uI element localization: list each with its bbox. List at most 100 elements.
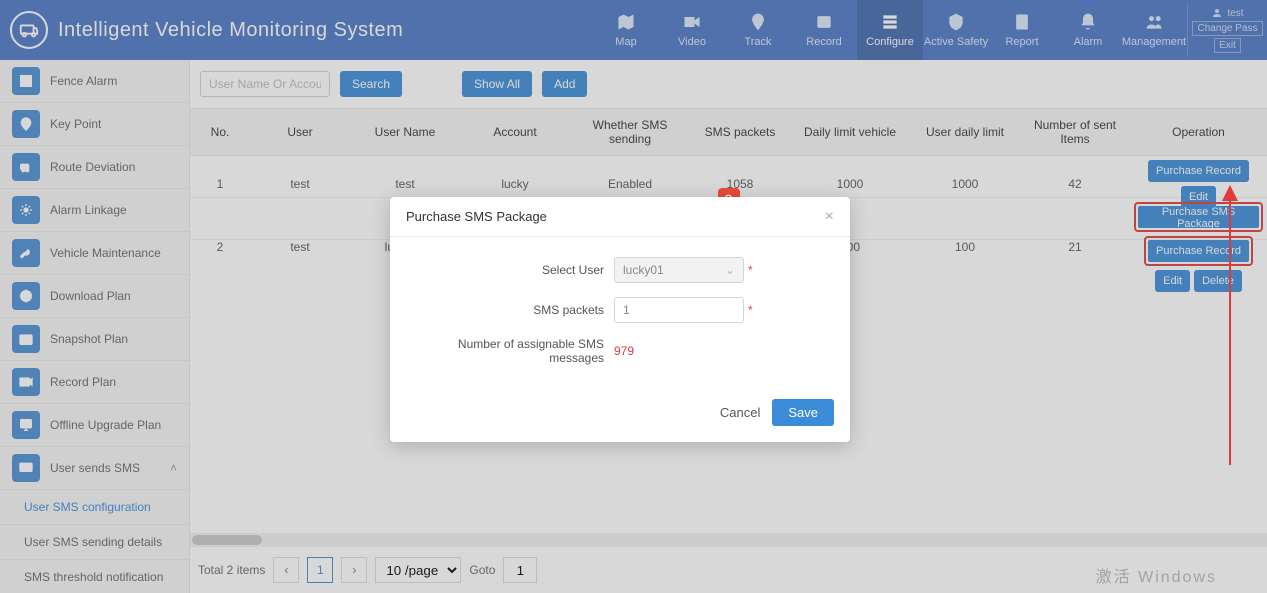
delete-button[interactable]: Delete (1194, 270, 1242, 292)
edit-button[interactable]: Edit (1155, 270, 1190, 292)
sidebar-item-vehicle-maintenance[interactable]: Vehicle Maintenance (0, 232, 189, 275)
nav-record[interactable]: Record (791, 0, 857, 60)
app-title: Intelligent Vehicle Monitoring System (58, 19, 403, 42)
table-cell: 21 (1020, 198, 1130, 296)
table-cell: 100 (910, 198, 1020, 296)
purchase-sms-modal: Purchase SMS Package × Select User lucky… (390, 197, 850, 442)
vehicle-maintenance-icon (12, 239, 40, 267)
chevron-down-icon: ⌄ (725, 263, 735, 277)
select-user-value: lucky01 (623, 263, 664, 277)
nav-track[interactable]: Track (725, 0, 791, 60)
scrollbar-thumb[interactable] (192, 535, 262, 545)
nav-management[interactable]: Management (1121, 0, 1187, 60)
sidebar-item-user-sends-sms[interactable]: User sends SMS ˄ (0, 447, 189, 490)
sms-packets-input[interactable] (614, 297, 744, 323)
sidebar-item-label: Record Plan (50, 375, 116, 389)
nav-label: Video (678, 36, 706, 48)
col-header: Whether SMS sending (570, 109, 690, 155)
offline-upgrade-plan-icon (12, 411, 40, 439)
pager-prev-button[interactable]: ‹ (273, 557, 299, 583)
user-sends-sms-icon (12, 454, 40, 482)
sidebar-sub-sms-threshold[interactable]: SMS threshold notification (0, 560, 189, 593)
sidebar-item-snapshot-plan[interactable]: Snapshot Plan (0, 318, 189, 361)
nav-map[interactable]: Map (593, 0, 659, 60)
sidebar-item-label: Snapshot Plan (50, 332, 128, 346)
nav-label: Configure (866, 36, 914, 48)
nav-video[interactable]: Video (659, 0, 725, 60)
exit-button[interactable]: Exit (1214, 38, 1241, 53)
user-name: test (1227, 8, 1243, 19)
alarm-linkage-icon (12, 196, 40, 224)
purchase-record-button[interactable]: Purchase Record (1148, 160, 1249, 182)
sidebar-item-label: User sends SMS (50, 461, 140, 475)
purchase-sms-package-button[interactable]: Purchase SMS Package (1138, 206, 1259, 228)
sidebar-item-record-plan[interactable]: Record Plan (0, 361, 189, 404)
sidebar-item-label: Download Plan (50, 289, 131, 303)
windows-watermark: 激活 Windows (1096, 563, 1217, 587)
sidebar-item-label: Route Deviation (50, 160, 135, 174)
nav-label: Report (1005, 36, 1038, 48)
sidebar-sub-user-sms-details[interactable]: User SMS sending details (0, 525, 189, 560)
sidebar-item-offline-upgrade-plan[interactable]: Offline Upgrade Plan (0, 404, 189, 447)
table-header: No.UserUser NameAccountWhether SMS sendi… (190, 108, 1267, 156)
sidebar-item-fence-alarm[interactable]: Fence Alarm (0, 60, 189, 103)
chevron-up-icon: ˄ (170, 461, 177, 475)
col-header: User daily limit (910, 109, 1020, 155)
sidebar: Fence Alarm Key Point Route Deviation Alarm… (0, 60, 190, 593)
pager-goto-label: Goto (469, 563, 495, 577)
select-user-label: Select User (414, 263, 614, 277)
col-header: No. (190, 109, 250, 155)
horizontal-scrollbar[interactable] (190, 533, 1267, 547)
modal-close-button[interactable]: × (825, 208, 834, 226)
sidebar-item-key-point[interactable]: Key Point (0, 103, 189, 146)
key-point-icon (12, 110, 40, 138)
user-panel: test Change Pass Exit (1187, 3, 1267, 57)
route-deviation-icon (12, 153, 40, 181)
nav-label: Record (806, 36, 841, 48)
search-button[interactable]: Search (340, 71, 402, 97)
col-header: Operation (1130, 109, 1267, 155)
pager-total: Total 2 items (198, 563, 265, 577)
highlight-border: Purchase Record (1144, 236, 1253, 266)
sidebar-item-label: Key Point (50, 117, 101, 131)
sidebar-item-alarm-linkage[interactable]: Alarm Linkage (0, 189, 189, 232)
table-cell: test (250, 198, 350, 296)
sidebar-item-route-deviation[interactable]: Route Deviation (0, 146, 189, 189)
nav-label: Track (744, 36, 771, 48)
assignable-label: Number of assignable SMS messages (414, 337, 614, 365)
nav-alarm[interactable]: Alarm (1055, 0, 1121, 60)
col-header: Daily limit vehicle (790, 109, 910, 155)
select-user-dropdown[interactable]: lucky01 ⌄ (614, 257, 744, 283)
search-input[interactable] (200, 71, 330, 97)
sms-packets-label: SMS packets (414, 303, 614, 317)
ops-cell: Purchase SMS Package Purchase Record EditD… (1130, 198, 1267, 296)
nav-configure[interactable]: Configure (857, 0, 923, 60)
snapshot-plan-icon (12, 325, 40, 353)
sidebar-item-label: Alarm Linkage (50, 203, 127, 217)
purchase-record-button[interactable]: Purchase Record (1148, 240, 1249, 262)
nav-report[interactable]: Report (989, 0, 1055, 60)
modal-title: Purchase SMS Package (406, 209, 547, 224)
toolbar: Search Show All Add (190, 60, 1267, 108)
required-asterisk: * (748, 303, 753, 317)
show-all-button[interactable]: Show All (462, 71, 532, 97)
sidebar-item-download-plan[interactable]: Download Plan (0, 275, 189, 318)
change-pass-button[interactable]: Change Pass (1192, 21, 1262, 36)
modal-save-button[interactable]: Save (772, 399, 834, 426)
nav-label: Management (1122, 36, 1186, 48)
pager-page-1[interactable]: 1 (307, 557, 333, 583)
top-nav: Map Video Track Record Configure Active Safet… (593, 0, 1187, 60)
table-cell: 2 (190, 198, 250, 296)
pager-next-button[interactable]: › (341, 557, 367, 583)
add-button[interactable]: Add (542, 71, 587, 97)
col-header: Account (460, 109, 570, 155)
assignable-value: 979 (614, 344, 634, 358)
pager-goto-input[interactable] (503, 557, 537, 583)
sidebar-item-label: Offline Upgrade Plan (50, 418, 161, 432)
required-asterisk: * (748, 263, 753, 277)
nav-label: Alarm (1074, 36, 1103, 48)
sidebar-sub-user-sms-config[interactable]: User SMS configuration (0, 490, 189, 525)
nav-active-safety[interactable]: Active Safety (923, 0, 989, 60)
pager-pagesize-select[interactable]: 10 /page (375, 557, 461, 583)
modal-cancel-button[interactable]: Cancel (720, 399, 760, 426)
